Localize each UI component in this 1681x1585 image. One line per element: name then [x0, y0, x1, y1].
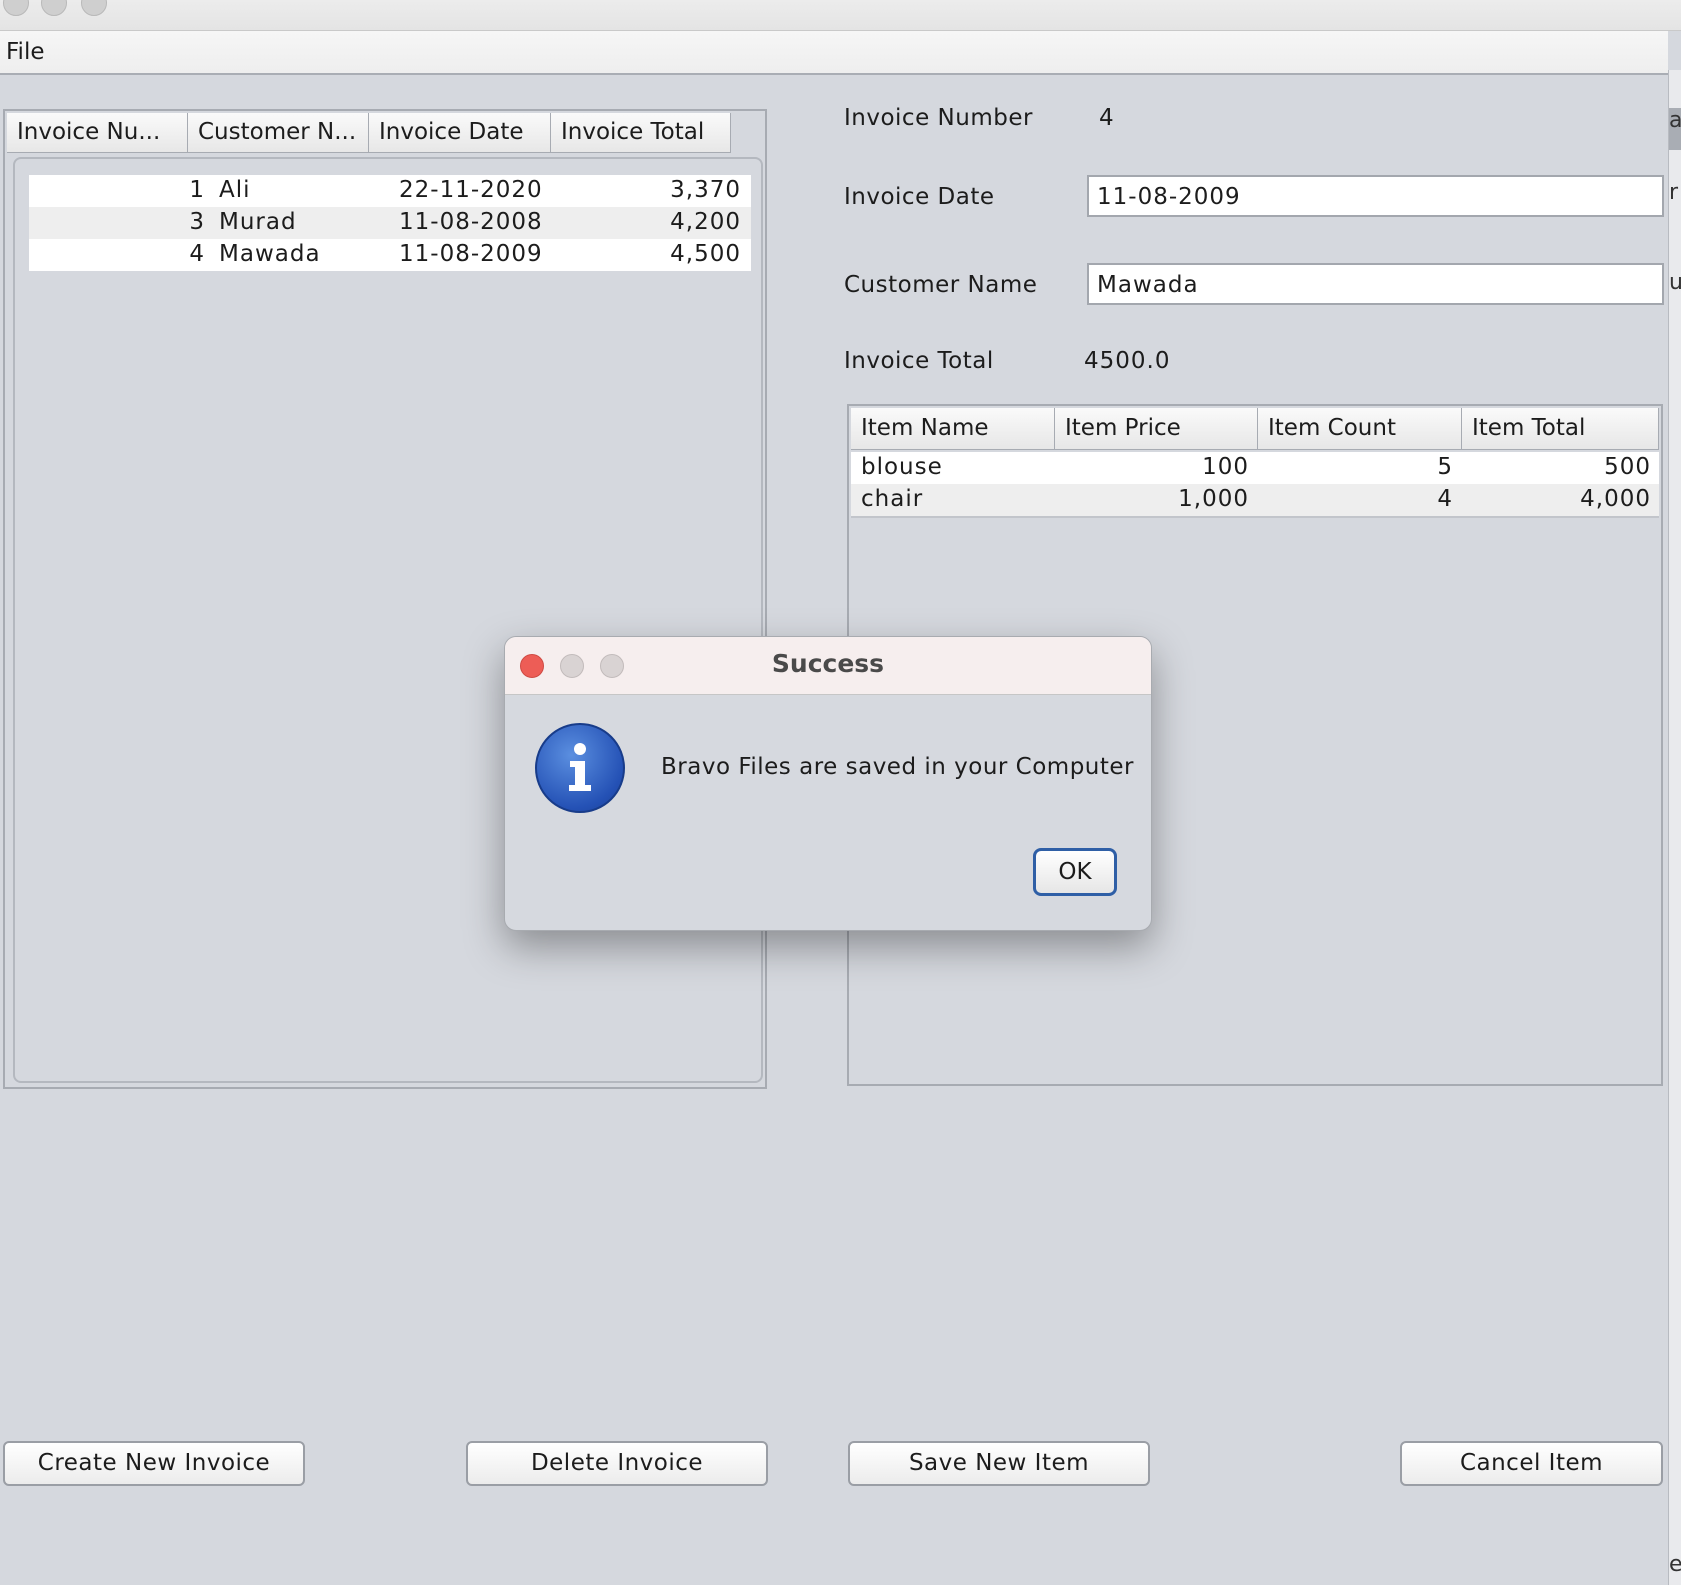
item-total-cell: 4,000: [1580, 486, 1651, 512]
table-row[interactable]: 4 Mawada 11-08-2009 4,500: [29, 239, 751, 271]
invoices-table-body: 1 Ali 22-11-2020 3,370 3 Murad 11-08-200…: [13, 157, 763, 1083]
info-icon: [535, 723, 625, 813]
column-header-item-name[interactable]: Item Name: [851, 408, 1055, 450]
column-header-invoice-total[interactable]: Invoice Total: [551, 113, 731, 153]
invoice-total-value: 4500.0: [1084, 348, 1171, 374]
create-new-invoice-button[interactable]: Create New Invoice: [3, 1441, 305, 1486]
invoice-date-field[interactable]: 11-08-2009: [1087, 175, 1664, 217]
invoice-date-label: Invoice Date: [844, 184, 995, 210]
customer-name-cell: Ali: [219, 177, 251, 203]
customer-name-label: Customer Name: [844, 272, 1038, 298]
dialog-title: Success: [771, 649, 885, 678]
item-name-cell: blouse: [861, 454, 943, 480]
dialog-titlebar: Success: [505, 637, 1151, 695]
invoice-date-cell: 11-08-2008: [399, 209, 543, 235]
edge-fragment: u: [1669, 270, 1681, 295]
dialog-message: Bravo Files are saved in your Computer: [661, 754, 1135, 780]
invoice-total-cell: 4,200: [670, 209, 741, 235]
delete-invoice-button[interactable]: Delete Invoice: [466, 1441, 768, 1486]
column-header-item-total[interactable]: Item Total: [1462, 408, 1659, 450]
edge-fragment: e: [1669, 1552, 1681, 1577]
invoices-table: Invoice Nu... Customer N... Invoice Date…: [3, 109, 767, 1089]
item-price-cell: 1,000: [1178, 486, 1249, 512]
item-count-cell: 4: [1437, 486, 1453, 512]
minimize-window-icon[interactable]: [41, 0, 67, 16]
item-price-cell: 100: [1202, 454, 1249, 480]
invoice-total-label: Invoice Total: [844, 348, 994, 374]
invoice-date-cell: 11-08-2009: [399, 241, 543, 267]
column-header-item-price[interactable]: Item Price: [1055, 408, 1258, 450]
window-titlebar: [0, 0, 1681, 31]
invoice-date-cell: 22-11-2020: [399, 177, 543, 203]
invoice-number-value: 4: [1099, 105, 1115, 131]
customer-name-field[interactable]: Mawada: [1087, 263, 1664, 305]
info-glyph-icon: [569, 743, 591, 791]
invoices-table-header: Invoice Nu... Customer N... Invoice Date…: [7, 113, 731, 153]
invoice-number-cell: 4: [189, 241, 205, 267]
background-window-edge: a r u e: [1668, 70, 1681, 1585]
item-count-cell: 5: [1437, 454, 1453, 480]
success-dialog: Success Bravo Files are saved in your Co…: [504, 636, 1152, 931]
ok-button[interactable]: OK: [1033, 848, 1117, 896]
column-header-item-count[interactable]: Item Count: [1258, 408, 1462, 450]
edge-fragment: a: [1669, 108, 1681, 150]
column-header-invoice-number[interactable]: Invoice Nu...: [7, 113, 188, 153]
item-name-cell: chair: [861, 486, 924, 512]
column-header-customer-name[interactable]: Customer N...: [188, 113, 369, 153]
table-row[interactable]: chair 1,000 4 4,000: [851, 484, 1659, 518]
cancel-item-button[interactable]: Cancel Item: [1400, 1441, 1663, 1486]
invoice-number-label: Invoice Number: [844, 105, 1033, 131]
invoice-total-cell: 3,370: [670, 177, 741, 203]
item-total-cell: 500: [1604, 454, 1651, 480]
close-window-icon[interactable]: [3, 0, 29, 16]
customer-name-cell: Mawada: [219, 241, 321, 267]
edge-fragment: r: [1669, 180, 1679, 205]
column-header-invoice-date[interactable]: Invoice Date: [369, 113, 551, 153]
invoice-number-cell: 1: [189, 177, 205, 203]
table-row[interactable]: blouse 100 5 500: [851, 452, 1659, 484]
menu-file[interactable]: File: [6, 39, 45, 65]
invoice-number-cell: 3: [189, 209, 205, 235]
table-row[interactable]: 1 Ali 22-11-2020 3,370: [29, 175, 751, 207]
menu-bar: File: [0, 31, 1668, 75]
table-row[interactable]: 3 Murad 11-08-2008 4,200: [29, 207, 751, 239]
customer-name-cell: Murad: [219, 209, 297, 235]
invoice-total-cell: 4,500: [670, 241, 741, 267]
save-new-item-button[interactable]: Save New Item: [848, 1441, 1150, 1486]
zoom-window-icon[interactable]: [81, 0, 107, 16]
